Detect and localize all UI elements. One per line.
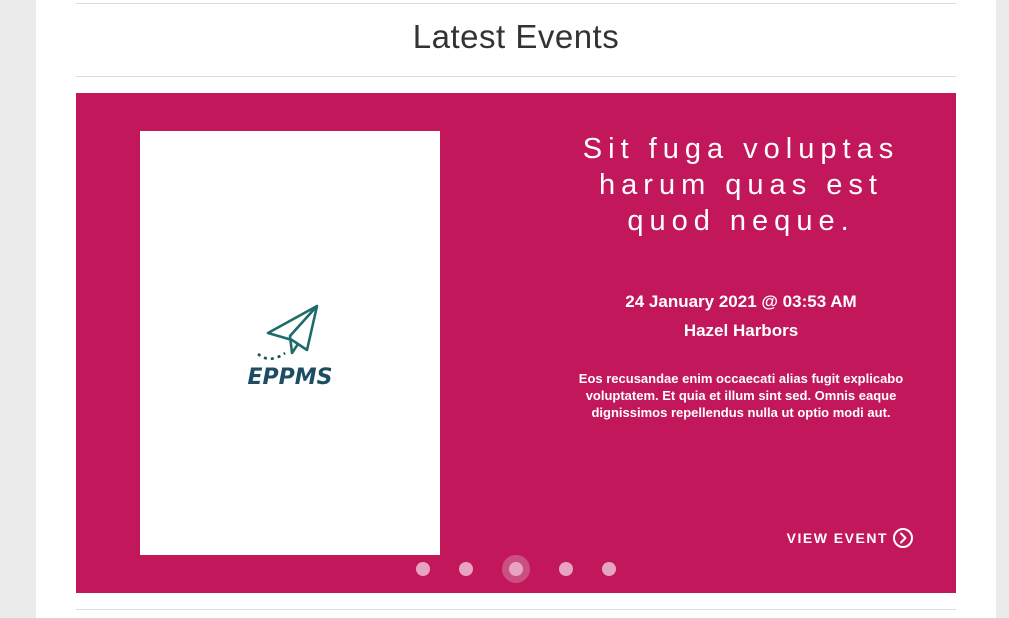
section-title: Latest Events <box>412 18 620 55</box>
slider-pagination <box>416 554 616 584</box>
slider-dot-5[interactable] <box>602 562 616 576</box>
slider-dot-2[interactable] <box>459 562 473 576</box>
event-info: Sit fuga voluptas harum quas est quod ne… <box>566 131 916 421</box>
svg-text:EPPMS: EPPMS <box>247 365 332 388</box>
eppms-logo: EPPMS <box>240 298 340 388</box>
page: Latest Events EPPMS Sit fuga voluptas ha… <box>36 0 996 618</box>
chevron-right-circle-icon <box>893 528 913 548</box>
divider <box>76 609 956 610</box>
divider <box>76 3 956 4</box>
view-event-label: VIEW EVENT <box>786 530 888 546</box>
slider-dot-4[interactable] <box>559 562 573 576</box>
slider-dot-1[interactable] <box>416 562 430 576</box>
event-date: 24 January 2021 @ 03:53 AM <box>625 292 857 311</box>
event-poster[interactable]: EPPMS <box>140 131 440 555</box>
event-slider[interactable]: EPPMS Sit fuga voluptas harum quas est q… <box>76 93 956 593</box>
event-title[interactable]: Sit fuga voluptas harum quas est quod ne… <box>566 131 916 239</box>
slider-dot-3[interactable] <box>502 555 530 583</box>
view-event-link[interactable]: VIEW EVENT <box>787 527 914 549</box>
divider <box>76 76 956 77</box>
event-venue: Hazel Harbors <box>683 321 799 340</box>
event-description: Eos recusandae enim occaecati alias fugi… <box>578 371 904 420</box>
paper-plane-icon: EPPMS <box>247 304 333 388</box>
